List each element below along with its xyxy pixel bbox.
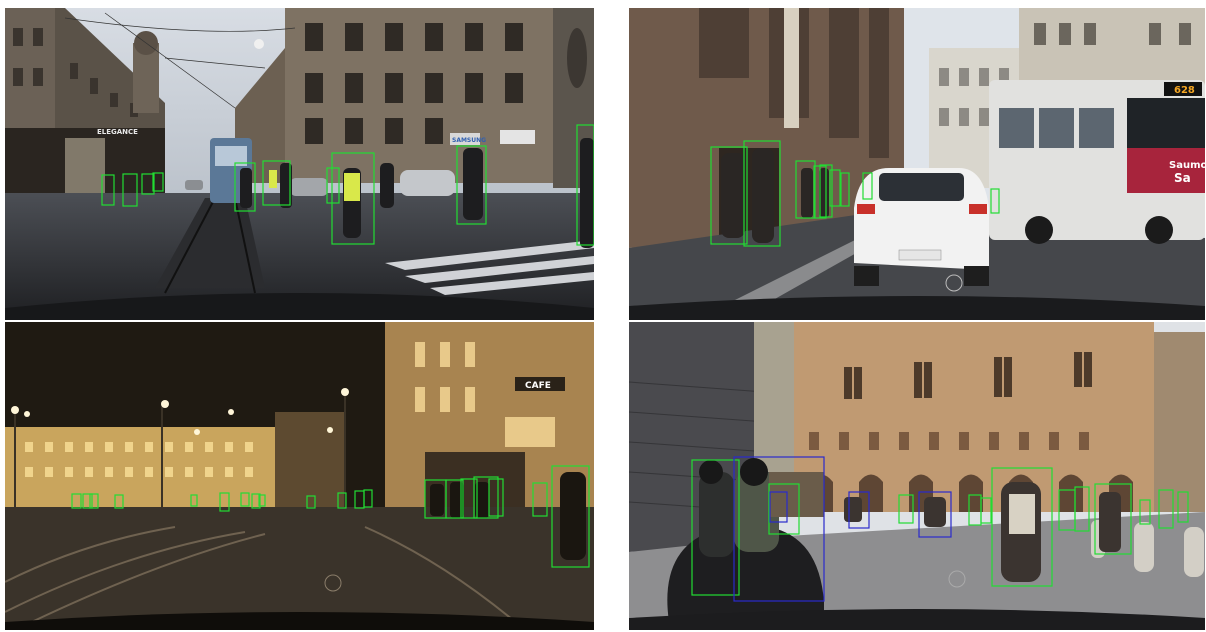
sign-text: CAFE: [525, 381, 551, 391]
sign-text: Saumon: [1169, 160, 1205, 171]
scene-bottom-left: CAFE: [5, 322, 594, 630]
scene-top-left: ELEGANCE SAMSUNG: [5, 8, 594, 320]
sign-text: 628: [1174, 85, 1195, 96]
sign-text: ELEGANCE: [97, 128, 138, 136]
panel-bottom-right: [629, 322, 1205, 630]
scene-bottom-right: [629, 322, 1205, 630]
panel-top-right: Saumon Sa 628: [629, 8, 1205, 320]
panel-top-left: ELEGANCE SAMSUNG: [5, 8, 594, 320]
scene-top-right: Saumon Sa 628: [629, 8, 1205, 320]
sign-text: Sa: [1174, 171, 1191, 185]
panel-bottom-left: CAFE: [5, 322, 594, 630]
sign-text: SAMSUNG: [452, 137, 486, 144]
